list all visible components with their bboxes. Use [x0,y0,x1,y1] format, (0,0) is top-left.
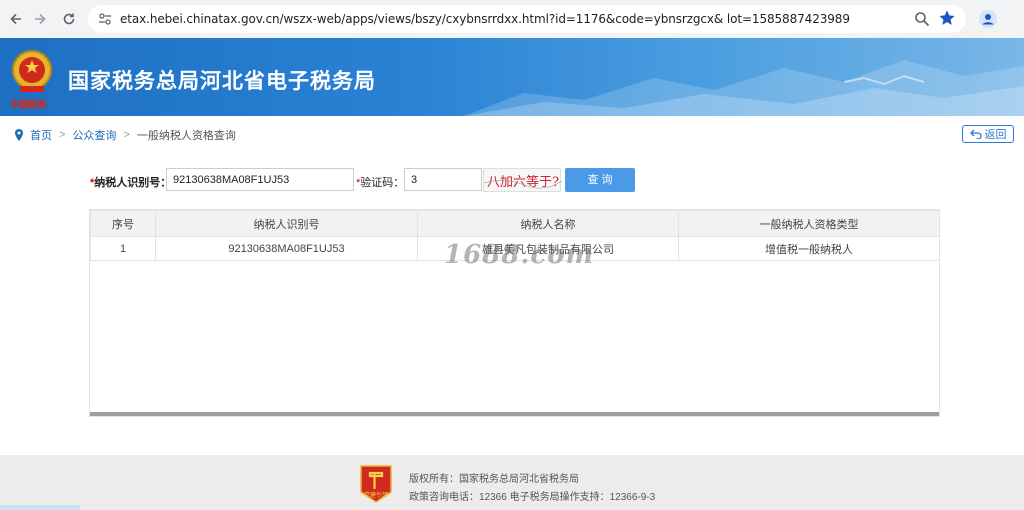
taxpayer-id-input[interactable] [166,168,354,191]
watermark: 1688.com [444,240,595,270]
address-bar[interactable]: etax.hebei.chinatax.gov.cn/wszx-web/apps… [88,5,966,33]
table-cell: 92130638MA08F1UJ53 [155,236,418,261]
party-badge-icon: 党建引领 [360,465,392,503]
horizontal-scrollbar[interactable] [90,412,939,416]
site-settings-icon[interactable] [98,12,112,26]
column-header: 纳税人识别号 [155,210,418,237]
breadcrumb-home[interactable]: 首页 [30,127,52,143]
page-footer: 党建引领 版权所有：国家税务总局河北省税务局 政策咨询电话：12366 电子税务… [0,455,1024,510]
status-strip [0,505,80,510]
taxpayer-id-label: *纳税人识别号： [90,177,172,189]
profile-icon[interactable] [978,9,998,29]
browser-toolbar: etax.hebei.chinatax.gov.cn/wszx-web/apps… [0,0,1024,38]
search-form: *纳税人识别号： *验证码： 八加六等于? 查 询 [0,168,1024,192]
captcha-label: *验证码： [356,177,405,189]
back-arrow-icon[interactable] [4,7,28,31]
breadcrumb-separator: > [123,129,130,141]
location-pin-icon [15,129,23,141]
tax-emblem-icon [12,50,52,92]
column-header: 纳税人名称 [417,210,679,237]
reload-icon[interactable] [57,7,81,31]
breadcrumb-public-query[interactable]: 公众查询 [72,127,116,143]
breadcrumb-separator: > [59,129,66,141]
bookmark-star-icon[interactable] [938,9,956,27]
site-title: 国家税务总局河北省电子税务局 [68,70,376,93]
footer-hotline: 政策咨询电话：12366 电子税务局操作支持：12366-9-3 [409,492,656,503]
great-wall-mountains-image [464,60,1024,116]
back-button[interactable]: 返回 [962,125,1014,143]
breadcrumb: 首页 > 公众查询 > 一般纳税人资格查询 [14,127,236,143]
emblem-script-text: 中国税务 [10,100,47,111]
captcha-input[interactable] [404,168,482,191]
breadcrumb-current: 一般纳税人资格查询 [136,130,236,142]
back-button-label: 返回 [984,129,1007,141]
zoom-icon[interactable] [914,11,930,27]
footer-copyright: 版权所有：国家税务总局河北省税务局 [409,474,579,485]
table-cell: 1 [90,236,156,261]
forward-arrow-icon[interactable] [28,7,52,31]
query-button[interactable]: 查 询 [565,168,635,192]
site-header-banner: 中国税务 国家税务总局河北省电子税务局 [0,38,1024,116]
captcha-text: 八加六等于? [487,174,559,190]
table-header-row: 序号 纳税人识别号 纳税人名称 一般纳税人资格类型 [90,210,940,237]
return-arrow-icon [969,129,982,139]
table-cell: 增值税一般纳税人 [678,236,940,261]
badge-text: 党建引领 [364,491,388,499]
url-text[interactable]: etax.hebei.chinatax.gov.cn/wszx-web/apps… [120,12,850,26]
column-header: 序号 [90,210,156,237]
column-header: 一般纳税人资格类型 [678,210,940,237]
captcha-image[interactable]: 八加六等于? [483,168,563,192]
